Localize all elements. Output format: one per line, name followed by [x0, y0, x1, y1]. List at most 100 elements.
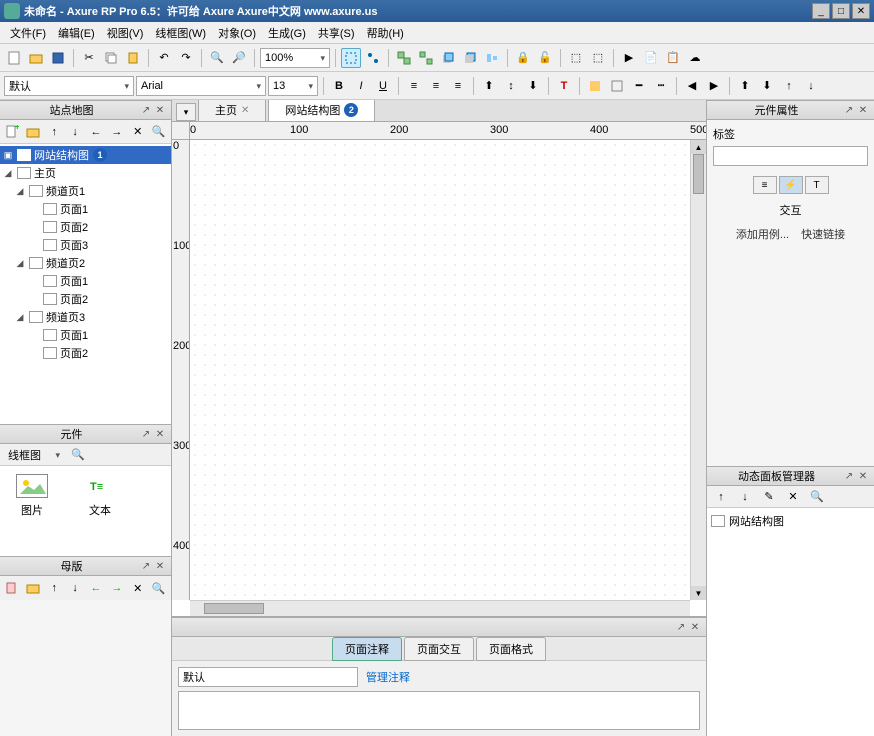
menu-wireframe[interactable]: 线框图(W) — [149, 23, 212, 43]
props-tab-notes[interactable]: ≡ — [753, 176, 777, 194]
select-mode-button[interactable] — [341, 48, 361, 68]
tree-node-ch3-p2[interactable]: 页面2 — [0, 344, 171, 362]
align-left-button[interactable]: ≡ — [404, 76, 424, 96]
paste-button[interactable] — [123, 48, 143, 68]
delete-page-button[interactable]: ✕ — [129, 122, 146, 142]
linecolor-button[interactable] — [607, 76, 627, 96]
menu-help[interactable]: 帮助(H) — [361, 23, 410, 43]
library-select[interactable]: 线框图 — [4, 445, 64, 465]
valign-mid-button[interactable]: ↕ — [501, 76, 521, 96]
master-delete-button[interactable]: ✕ — [129, 578, 146, 598]
dpm-edit-button[interactable]: ✎ — [759, 487, 779, 507]
add-master-button[interactable] — [4, 578, 21, 598]
search-widgets-button[interactable]: 🔍 — [68, 445, 88, 465]
tree-node-p3[interactable]: 页面3 — [0, 236, 171, 254]
tab-page-interactions[interactable]: 页面交互 — [404, 637, 474, 661]
menu-object[interactable]: 对象(O) — [212, 23, 262, 43]
proto-button[interactable]: 📋 — [663, 48, 683, 68]
tree-node-ch3-p1[interactable]: 页面1 — [0, 326, 171, 344]
order-fwd-button[interactable]: ↑ — [779, 76, 799, 96]
open-button[interactable] — [26, 48, 46, 68]
add-folder-button[interactable] — [25, 122, 42, 142]
panel-expand-icon[interactable]: ↗ — [842, 469, 856, 483]
dpm-search-button[interactable]: 🔍 — [807, 487, 827, 507]
tab-page-format[interactable]: 页面格式 — [476, 637, 546, 661]
tree-node-ch2-p2[interactable]: 页面2 — [0, 290, 171, 308]
widget-text[interactable]: T≡ 文本 — [76, 474, 124, 548]
tree-node-p2[interactable]: 页面2 — [0, 218, 171, 236]
order-bwd-button[interactable]: ↓ — [801, 76, 821, 96]
new-button[interactable] — [4, 48, 24, 68]
master-left-button[interactable]: ← — [88, 578, 105, 598]
arrow-end-button[interactable]: ▶ — [704, 76, 724, 96]
canvas[interactable] — [190, 140, 690, 600]
menu-generate[interactable]: 生成(G) — [262, 23, 312, 43]
props-tab-interactions[interactable]: ⚡ — [779, 176, 803, 194]
panel-close-icon[interactable]: ✕ — [153, 559, 167, 573]
dpm-up-button[interactable]: ↑ — [711, 487, 731, 507]
zoom-select[interactable]: 100% — [260, 48, 330, 68]
outdent-button[interactable]: ← — [88, 122, 105, 142]
master-down-button[interactable]: ↓ — [67, 578, 84, 598]
panel-close-icon[interactable]: ✕ — [153, 427, 167, 441]
tab-list-button[interactable]: ▾ — [176, 103, 196, 121]
fontsize-select[interactable]: 13 — [268, 76, 318, 96]
publish-button[interactable]: ☁ — [685, 48, 705, 68]
tab-page-notes[interactable]: 页面注释 — [332, 637, 402, 661]
distribute-v-button[interactable]: ⬚ — [588, 48, 608, 68]
quick-link[interactable]: 快速链接 — [801, 226, 845, 242]
notes-textarea[interactable] — [178, 691, 700, 730]
panel-expand-icon[interactable]: ↗ — [139, 427, 153, 441]
dpm-delete-button[interactable]: ✕ — [783, 487, 803, 507]
menu-edit[interactable]: 编辑(E) — [52, 23, 101, 43]
linestyle-button[interactable]: ┅ — [651, 76, 671, 96]
ungroup-button[interactable] — [416, 48, 436, 68]
tab-struct[interactable]: 网站结构图2 — [268, 100, 375, 121]
lineweight-button[interactable]: ━ — [629, 76, 649, 96]
find-button[interactable]: 🔍 — [207, 48, 227, 68]
master-search-button[interactable]: 🔍 — [150, 578, 167, 598]
save-button[interactable] — [48, 48, 68, 68]
style-select[interactable]: 默认 — [4, 76, 134, 96]
distribute-h-button[interactable]: ⬚ — [566, 48, 586, 68]
master-right-button[interactable]: → — [108, 578, 125, 598]
panel-close-icon[interactable]: ✕ — [856, 469, 870, 483]
front-button[interactable] — [438, 48, 458, 68]
add-case-link[interactable]: 添加用例... — [736, 226, 789, 242]
tree-node-ch1[interactable]: ◢频道页1 — [0, 182, 171, 200]
bold-button[interactable]: B — [329, 76, 349, 96]
panel-close-icon[interactable]: ✕ — [153, 103, 167, 117]
italic-button[interactable]: I — [351, 76, 371, 96]
menu-share[interactable]: 共享(S) — [312, 23, 361, 43]
undo-button[interactable]: ↶ — [154, 48, 174, 68]
props-tab-format[interactable]: T — [805, 176, 829, 194]
panel-expand-icon[interactable]: ↗ — [139, 103, 153, 117]
dpm-item[interactable]: 网站结构图 — [711, 512, 870, 530]
tree-node-ch2[interactable]: ◢频道页2 — [0, 254, 171, 272]
textcolor-button[interactable]: T — [554, 76, 574, 96]
label-input[interactable] — [713, 146, 868, 166]
panel-expand-icon[interactable]: ↗ — [842, 103, 856, 117]
tree-node-root[interactable]: ▣网站结构图1 — [0, 146, 171, 164]
move-up-button[interactable]: ↑ — [46, 122, 63, 142]
menu-file[interactable]: 文件(F) — [4, 23, 52, 43]
scrollbar-horizontal[interactable] — [190, 600, 690, 616]
tree-node-home[interactable]: ◢主页 — [0, 164, 171, 182]
spec-button[interactable]: 📄 — [641, 48, 661, 68]
dpm-down-button[interactable]: ↓ — [735, 487, 755, 507]
order-front-button[interactable]: ⬆ — [735, 76, 755, 96]
widget-image[interactable]: 图片 — [8, 474, 56, 548]
close-icon[interactable]: ✕ — [241, 105, 249, 116]
add-master-folder-button[interactable] — [25, 578, 42, 598]
add-page-button[interactable]: + — [4, 122, 21, 142]
indent-button[interactable]: → — [108, 122, 125, 142]
group-button[interactable] — [394, 48, 414, 68]
panel-close-icon[interactable]: ✕ — [856, 103, 870, 117]
maximize-button[interactable]: □ — [832, 3, 850, 19]
manage-notes-link[interactable]: 管理注释 — [366, 669, 410, 685]
panel-expand-icon[interactable]: ↗ — [139, 559, 153, 573]
font-select[interactable]: Arial — [136, 76, 266, 96]
master-up-button[interactable]: ↑ — [46, 578, 63, 598]
unlock-button[interactable]: 🔓 — [535, 48, 555, 68]
lock-button[interactable]: 🔒 — [513, 48, 533, 68]
